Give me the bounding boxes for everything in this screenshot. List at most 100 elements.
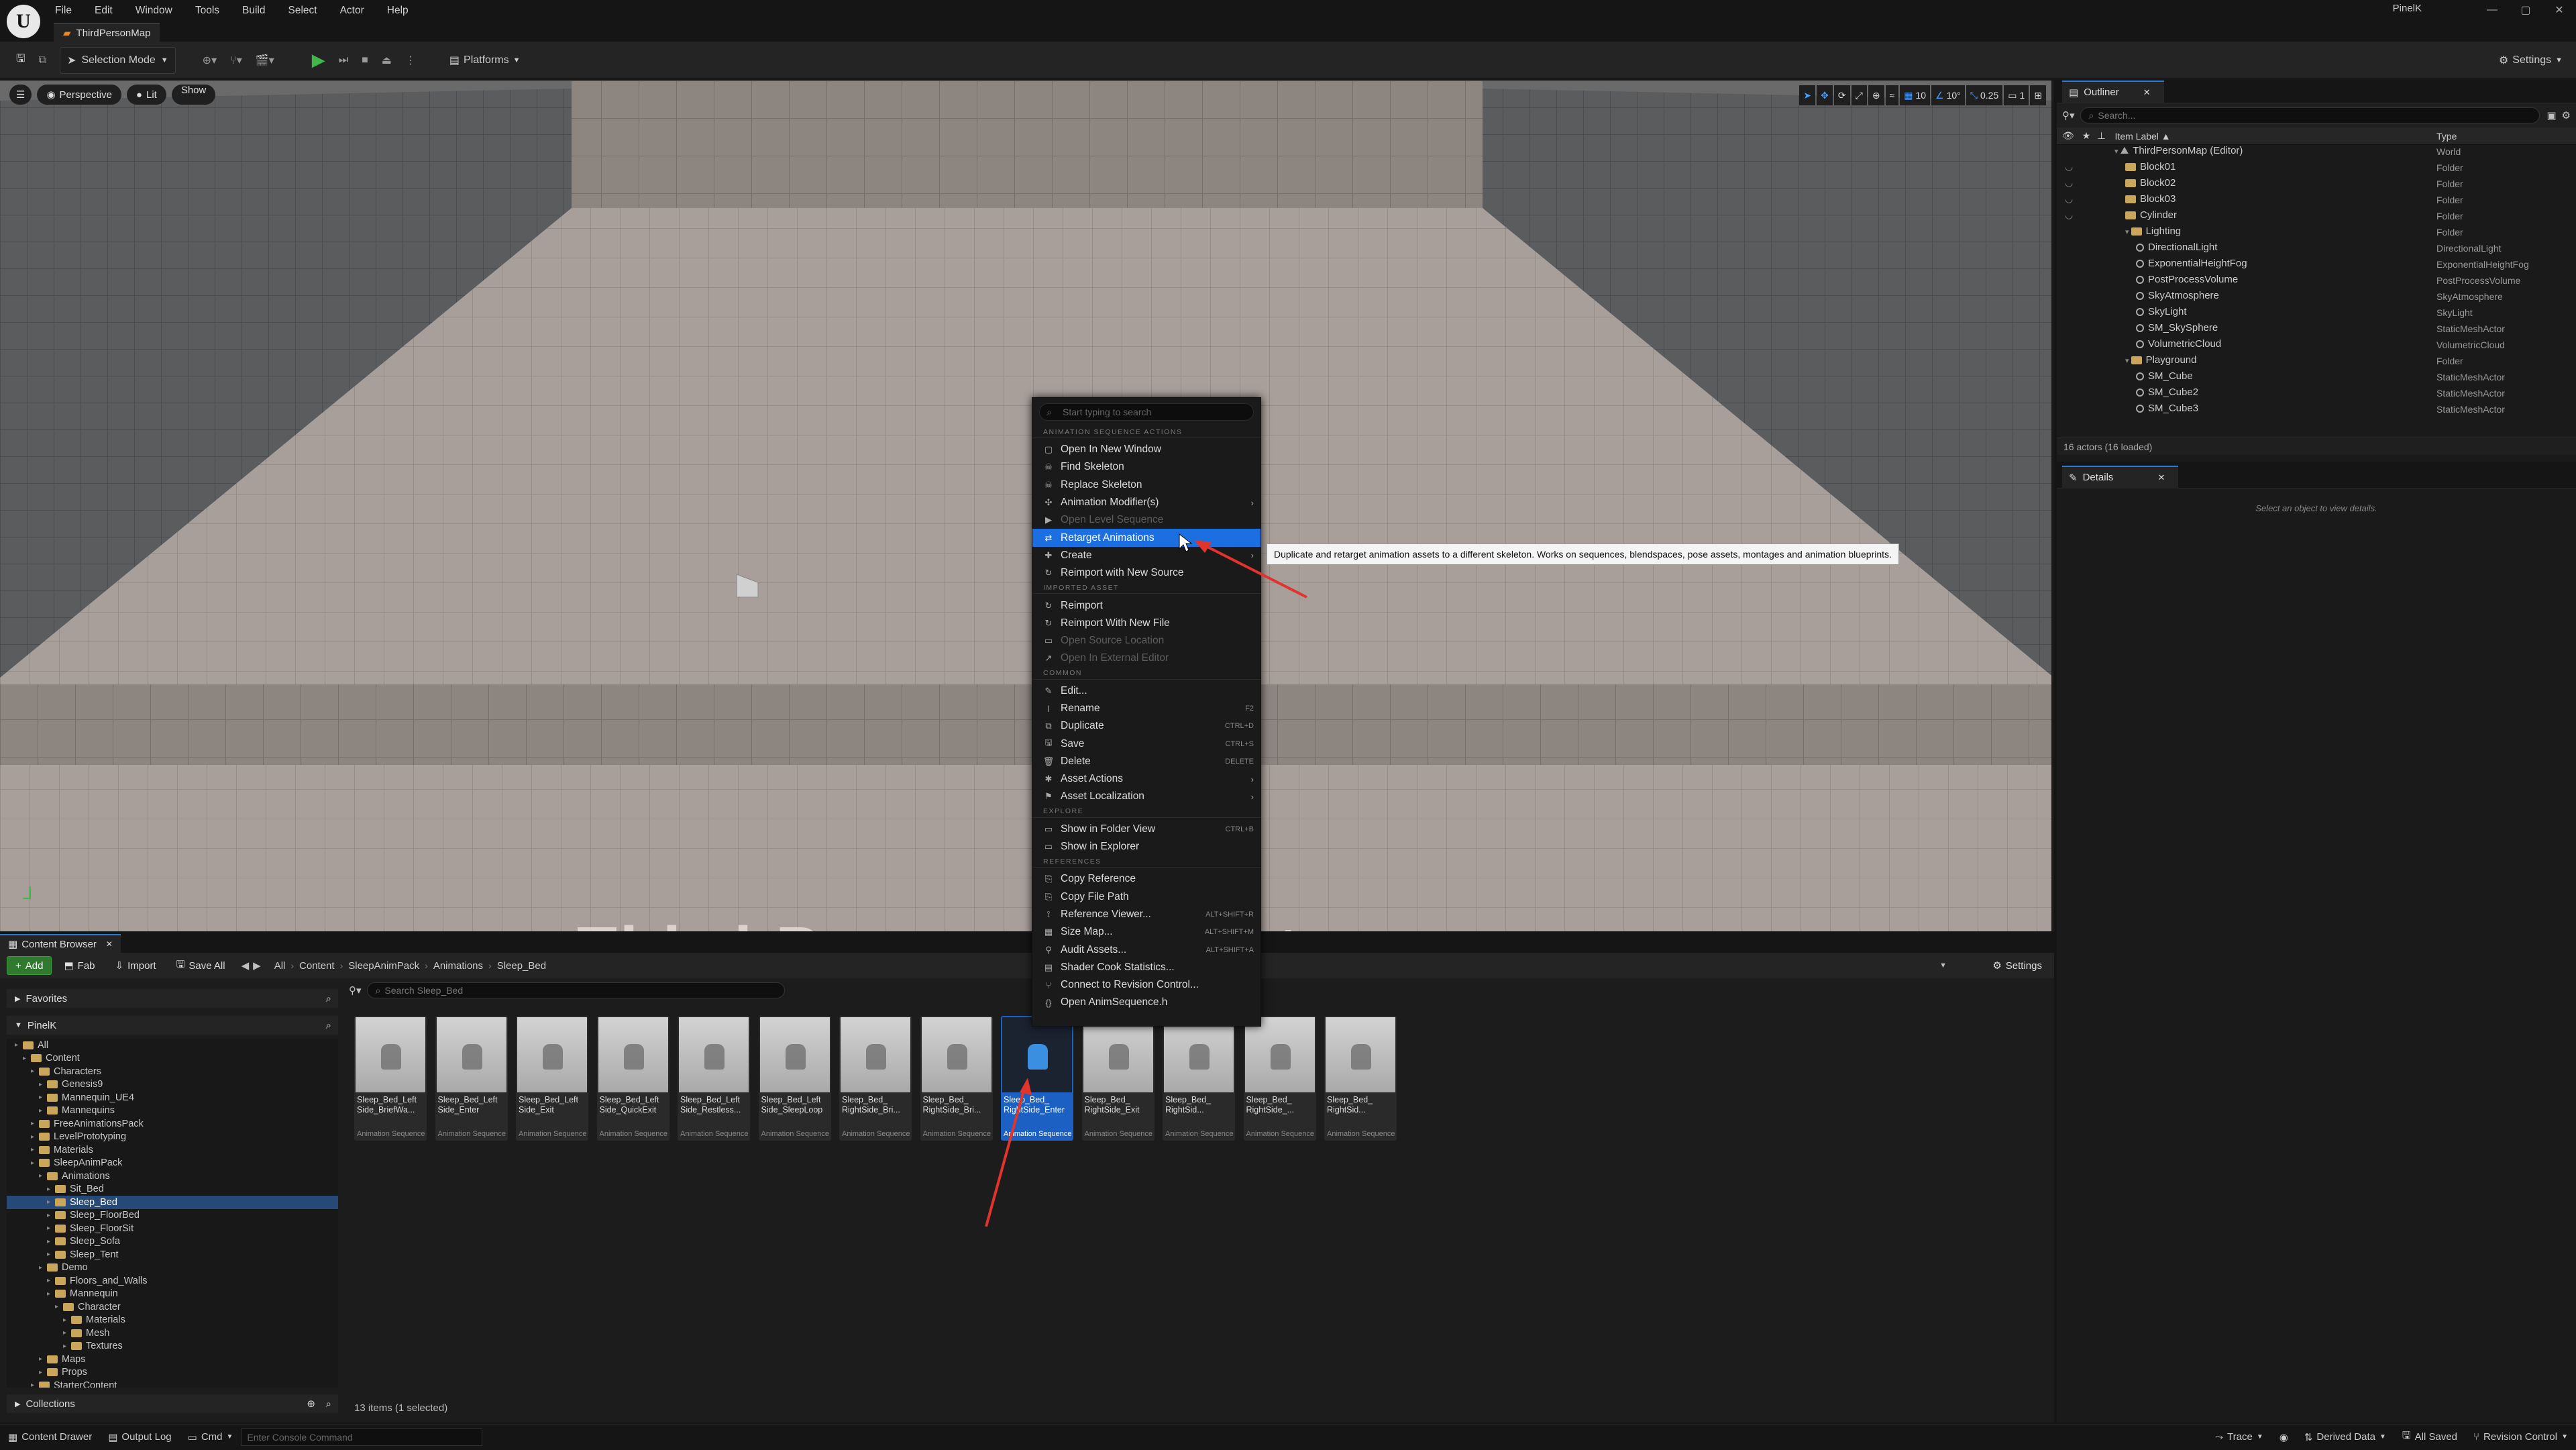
asset-tile[interactable]: Sleep_Bed_Left Side_Enter Animation Seque… bbox=[435, 1016, 508, 1141]
expander-icon[interactable]: ▸ bbox=[55, 1303, 63, 1310]
menu-item-open-animsequence-h[interactable]: {} Open AnimSequence.h bbox=[1032, 994, 1260, 1011]
more-options-icon[interactable]: ⋮ bbox=[398, 47, 423, 74]
expander-icon[interactable]: ▸ bbox=[47, 1198, 55, 1206]
settings-button[interactable]: ⚙ Settings ▼ bbox=[2492, 47, 2569, 74]
favorites-section[interactable]: ▶ Favorites ⌕ bbox=[7, 989, 338, 1008]
scale-icon[interactable]: ⤢ bbox=[1851, 85, 1867, 105]
expander-icon[interactable]: ▸ bbox=[39, 1355, 47, 1363]
visibility-icon[interactable]: ◡ bbox=[2065, 177, 2073, 189]
expander-icon[interactable]: ▸ bbox=[39, 1264, 47, 1272]
stop-icon[interactable]: ■ bbox=[355, 47, 375, 74]
visibility-icon[interactable]: ◡ bbox=[2065, 209, 2073, 221]
lock-icon[interactable]: ⊥ bbox=[2097, 130, 2105, 142]
menu-item-reimport[interactable]: ↻ Reimport bbox=[1032, 597, 1260, 614]
content-drawer-button[interactable]: ▦ Content Drawer bbox=[0, 1425, 100, 1450]
outliner-row[interactable]: ExponentialHeightFog ExponentialHeightFog bbox=[2057, 258, 2576, 274]
folder-tree-item[interactable]: ▸ Genesis9 bbox=[7, 1078, 338, 1092]
asset-tile[interactable]: Sleep_Bed_ RightSid... Animation Sequence bbox=[1324, 1016, 1397, 1141]
breadcrumb-item[interactable]: Animations bbox=[433, 960, 483, 972]
folder-tree-item[interactable]: ▸ Demo bbox=[7, 1261, 338, 1275]
maximize-viewport-icon[interactable]: ⊞ bbox=[2030, 85, 2046, 105]
folder-tree-item[interactable]: ▸ Mannequin_UE4 bbox=[7, 1091, 338, 1104]
expander-icon[interactable]: ▸ bbox=[31, 1382, 39, 1388]
folder-tree-item[interactable]: ▸ StarterContent bbox=[7, 1379, 338, 1388]
folder-tree-item[interactable]: ▸ Sleep_Tent bbox=[7, 1248, 338, 1261]
expander-icon[interactable]: ▸ bbox=[39, 1369, 47, 1376]
menu-select[interactable]: Select bbox=[288, 5, 317, 17]
context-search-input[interactable]: ⌕ Start typing to search bbox=[1039, 403, 1254, 421]
world-local-icon[interactable]: ⊕ bbox=[1868, 85, 1884, 105]
expander-icon[interactable]: ▸ bbox=[15, 1041, 23, 1049]
root-section[interactable]: ▼ PinelK ⌕ bbox=[7, 1016, 338, 1035]
folder-tree-item[interactable]: ▸ Character bbox=[7, 1300, 338, 1314]
outliner-row[interactable]: ◡ Block01 Folder bbox=[2057, 161, 2576, 177]
save-icon[interactable]: 🖫 bbox=[9, 47, 32, 74]
asset-tile[interactable]: Sleep_Bed_ RightSid... Animation Sequence bbox=[1163, 1016, 1235, 1141]
folder-tree-item[interactable]: ▸ Floors_and_Walls bbox=[7, 1274, 338, 1288]
folder-tree-item[interactable]: ▸ Characters bbox=[7, 1065, 338, 1078]
visibility-icon[interactable]: 👁 bbox=[2062, 130, 2074, 142]
fab-button[interactable]: ⬒ Fab bbox=[56, 956, 103, 975]
select-mode-icon[interactable]: ➤ bbox=[1799, 85, 1816, 105]
expander-icon[interactable]: ▸ bbox=[63, 1343, 71, 1350]
play-icon[interactable]: ▶ bbox=[305, 47, 332, 74]
close-icon[interactable]: ✕ bbox=[106, 939, 113, 949]
breadcrumb-item[interactable]: SleepAnimPack bbox=[348, 960, 419, 972]
folder-tree-item[interactable]: ▸ Mesh bbox=[7, 1327, 338, 1340]
outliner-search-input[interactable]: ⌕ Search... bbox=[2080, 107, 2540, 123]
search-icon[interactable]: ⌕ bbox=[326, 1398, 331, 1410]
filter-icon[interactable]: ⚲▾ bbox=[349, 984, 362, 996]
unreal-logo-icon[interactable]: U bbox=[7, 5, 40, 38]
asset-tile[interactable]: Sleep_Bed_Left Side_Restless... Animation… bbox=[678, 1016, 750, 1141]
search-icon[interactable]: ⌕ bbox=[326, 993, 331, 1004]
console-input[interactable]: Enter Console Command bbox=[241, 1428, 483, 1446]
expander-icon[interactable]: ▸ bbox=[31, 1068, 39, 1075]
menu-item-edit[interactable]: ✎ Edit... bbox=[1032, 682, 1260, 700]
outliner-row[interactable]: SM_Cube2 StaticMeshActor bbox=[2057, 386, 2576, 403]
folder-tree-item[interactable]: ▸ Sleep_FloorBed bbox=[7, 1209, 338, 1223]
menu-item-retarget-animations[interactable]: ⇄ Retarget Animations bbox=[1032, 529, 1260, 547]
outliner-row[interactable]: VolumetricCloud VolumetricCloud bbox=[2057, 338, 2576, 354]
folder-tree-item[interactable]: ▸ Animations bbox=[7, 1170, 338, 1183]
add-collection-icon[interactable]: ⊕ bbox=[307, 1398, 315, 1410]
folder-tree-item[interactable]: ▸ Sleep_Sofa bbox=[7, 1235, 338, 1249]
expander-icon[interactable]: ▸ bbox=[39, 1107, 47, 1115]
menu-build[interactable]: Build bbox=[242, 5, 265, 17]
folder-tree-item[interactable]: ▸ Maps bbox=[7, 1353, 338, 1366]
menu-item-reference-viewer[interactable]: ⟟ Reference Viewer... ALT+SHIFT+R bbox=[1032, 906, 1260, 923]
outliner-row[interactable]: SM_Cube3 StaticMeshActor bbox=[2057, 403, 2576, 419]
camera-speed-button[interactable]: ▭ 1 bbox=[2004, 85, 2029, 105]
menu-item-find-skeleton[interactable]: ☠ Find Skeleton bbox=[1032, 458, 1260, 476]
pin-icon[interactable]: ★ bbox=[2082, 130, 2091, 142]
folder-tree-item[interactable]: ▸ Textures bbox=[7, 1340, 338, 1353]
derived-data-button[interactable]: ⇅ Derived Data ▼ bbox=[2296, 1425, 2394, 1450]
menu-item-show-in-explorer[interactable]: ▭ Show in Explorer bbox=[1032, 838, 1260, 856]
record-icon[interactable]: ◉ bbox=[2271, 1425, 2296, 1450]
tab-map[interactable]: ▰ ThirdPersonMap bbox=[54, 23, 160, 42]
expander-icon[interactable]: ▸ bbox=[39, 1094, 47, 1101]
expander-icon[interactable]: ▸ bbox=[63, 1316, 71, 1324]
asset-tile[interactable]: Sleep_Bed_ RightSide_... Animation Sequen… bbox=[1243, 1016, 1316, 1141]
lit-button[interactable]: ● Lit bbox=[126, 85, 166, 105]
breadcrumb-item[interactable]: All bbox=[274, 960, 286, 972]
outliner-row[interactable]: SkyLight SkyLight bbox=[2057, 306, 2576, 322]
expander-icon[interactable]: ▾ bbox=[2125, 357, 2131, 365]
menu-item-audit-assets[interactable]: ⚲ Audit Assets... ALT+SHIFT+A bbox=[1032, 941, 1260, 958]
platforms-dropdown[interactable]: ▤ Platforms ▼ bbox=[443, 47, 527, 74]
eject-icon[interactable]: ⏏ bbox=[375, 47, 398, 74]
maximize-icon[interactable]: ▢ bbox=[2509, 0, 2542, 20]
menu-item-rename[interactable]: ǀ Rename F2 bbox=[1032, 700, 1260, 717]
menu-item-delete[interactable]: 🗑 Delete DELETE bbox=[1032, 753, 1260, 770]
folder-tree-item[interactable]: ▸ Mannequin bbox=[7, 1288, 338, 1301]
expander-icon[interactable]: ▸ bbox=[31, 1159, 39, 1167]
expander-icon[interactable]: ▸ bbox=[47, 1290, 55, 1298]
outliner-row[interactable]: ▾ ⛰ ThirdPersonMap (Editor) World bbox=[2057, 145, 2576, 161]
breadcrumb-item[interactable]: Content bbox=[299, 960, 335, 972]
import-button[interactable]: ⇩ Import bbox=[107, 956, 164, 975]
outliner-row[interactable]: SM_Cube StaticMeshActor bbox=[2057, 370, 2576, 386]
outliner-row[interactable]: PostProcessVolume PostProcessVolume bbox=[2057, 274, 2576, 290]
breadcrumb-item[interactable]: Sleep_Bed bbox=[497, 960, 546, 972]
menu-file[interactable]: File bbox=[55, 5, 72, 17]
close-window-icon[interactable]: ✕ bbox=[2542, 0, 2576, 20]
visibility-icon[interactable]: ◡ bbox=[2065, 193, 2073, 205]
